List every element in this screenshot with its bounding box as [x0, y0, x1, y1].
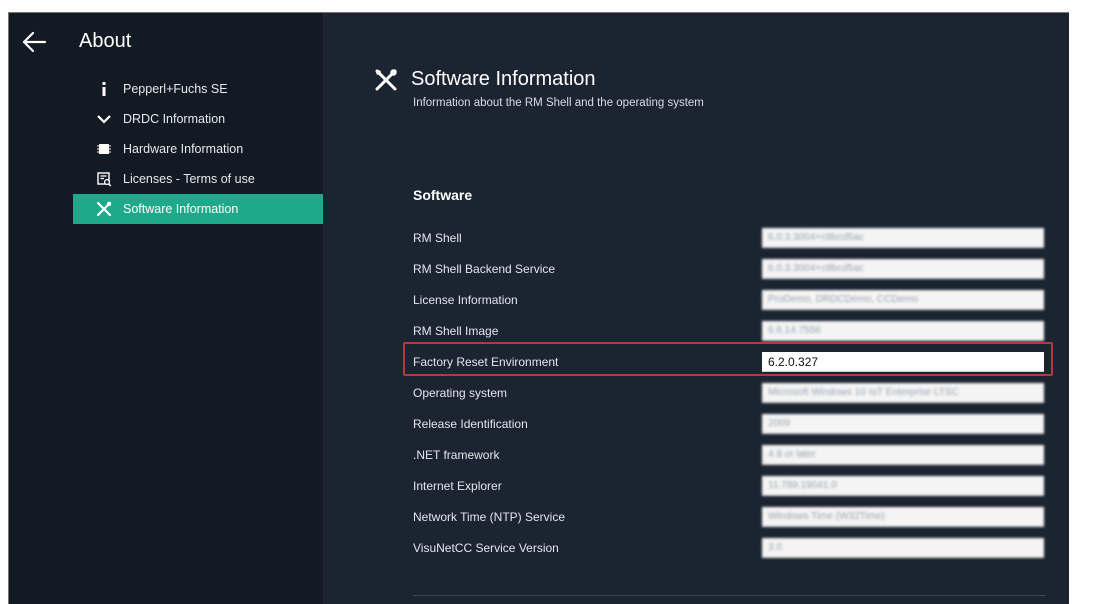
sidebar: About Pepperl+Fuchs SE DRDC Information … — [9, 13, 323, 604]
arrow-left-icon — [22, 31, 47, 53]
row-label: Factory Reset Environment — [413, 355, 559, 369]
sidebar-item-label: Pepperl+Fuchs SE — [123, 82, 228, 96]
chip-icon — [95, 140, 113, 158]
info-row-net-framework: .NET framework 4.8 or later — [413, 442, 1045, 473]
row-label: RM Shell — [413, 231, 462, 245]
app-window: About Pepperl+Fuchs SE DRDC Information … — [8, 12, 1069, 604]
row-label: License Information — [413, 293, 518, 307]
row-value-field[interactable]: 6.0.3.3004+c8bcd5ac — [762, 228, 1044, 248]
row-value-field[interactable]: 11.789.19041.0 — [762, 476, 1044, 496]
section-title-software: Software — [413, 187, 473, 203]
row-value-field[interactable]: ProDemo, DRDCDemo, CCDemo — [762, 290, 1044, 310]
software-info-list: RM Shell 6.0.3.3004+c8bcd5ac RM Shell Ba… — [413, 225, 1045, 566]
info-row-internet-explorer: Internet Explorer 11.789.19041.0 — [413, 473, 1045, 504]
row-value-field[interactable]: 6.0.3.3004+c8bcd5ac — [762, 259, 1044, 279]
sidebar-item-label: DRDC Information — [123, 112, 226, 126]
license-icon — [95, 170, 113, 188]
row-value-field[interactable]: 4.8 or later — [762, 445, 1044, 465]
tools-icon — [374, 68, 398, 92]
page-subtitle: Information about the RM Shell and the o… — [413, 97, 704, 109]
row-label: RM Shell Backend Service — [413, 262, 556, 276]
sidebar-item-label: Hardware Information — [123, 142, 244, 156]
info-row-rm-shell-image: RM Shell Image 6.6.14.7556 — [413, 318, 1045, 349]
page-title: Software Information — [411, 68, 596, 90]
sidebar-nav: Pepperl+Fuchs SE DRDC Information Hardwa… — [73, 74, 323, 224]
row-value-field[interactable]: Microsoft Windows 10 IoT Enterprise LTSC — [762, 383, 1044, 403]
row-value-field[interactable]: Windows Time (W32Time) — [762, 507, 1044, 527]
row-label: Release Identification — [413, 417, 528, 431]
sidebar-item-licenses[interactable]: Licenses - Terms of use — [73, 164, 323, 194]
row-value-field[interactable]: 2009 — [762, 414, 1044, 434]
info-row-visunetcc-service-version: VisuNetCC Service Version 3.0 — [413, 535, 1045, 566]
chevron-down-icon — [95, 110, 113, 128]
sidebar-title: About — [79, 30, 132, 52]
sidebar-item-drdc-information[interactable]: DRDC Information — [73, 104, 323, 134]
row-label: Network Time (NTP) Service — [413, 510, 566, 524]
info-row-release-identification: Release Identification 2009 — [413, 411, 1045, 442]
main-panel: Software Information Information about t… — [323, 13, 1069, 604]
info-row-operating-system: Operating system Microsoft Windows 10 Io… — [413, 380, 1045, 411]
info-icon — [95, 80, 113, 98]
sidebar-item-pepperl-fuchs[interactable]: Pepperl+Fuchs SE — [73, 74, 323, 104]
sidebar-item-hardware-information[interactable]: Hardware Information — [73, 134, 323, 164]
row-value-field[interactable]: 6.6.14.7556 — [762, 321, 1044, 341]
back-button[interactable] — [19, 27, 49, 57]
row-label: .NET framework — [413, 448, 500, 462]
row-label: RM Shell Image — [413, 324, 499, 338]
row-label: Internet Explorer — [413, 479, 502, 493]
info-row-factory-reset-environment: Factory Reset Environment 6.2.0.327 — [413, 349, 1045, 380]
sidebar-item-software-information[interactable]: Software Information — [73, 194, 323, 224]
info-row-rm-shell: RM Shell 6.0.3.3004+c8bcd5ac — [413, 225, 1045, 256]
row-label: VisuNetCC Service Version — [413, 541, 559, 555]
sidebar-item-label: Licenses - Terms of use — [123, 172, 255, 186]
row-label: Operating system — [413, 386, 508, 400]
row-value-field[interactable]: 3.0 — [762, 538, 1044, 558]
tools-icon — [95, 200, 113, 218]
sidebar-item-label: Software Information — [123, 202, 239, 216]
info-row-license-information: License Information ProDemo, DRDCDemo, C… — [413, 287, 1045, 318]
row-value-field[interactable]: 6.2.0.327 — [762, 352, 1044, 372]
info-row-rm-shell-backend: RM Shell Backend Service 6.0.3.3004+c8bc… — [413, 256, 1045, 287]
divider — [413, 595, 1045, 596]
info-row-ntp-service: Network Time (NTP) Service Windows Time … — [413, 504, 1045, 535]
